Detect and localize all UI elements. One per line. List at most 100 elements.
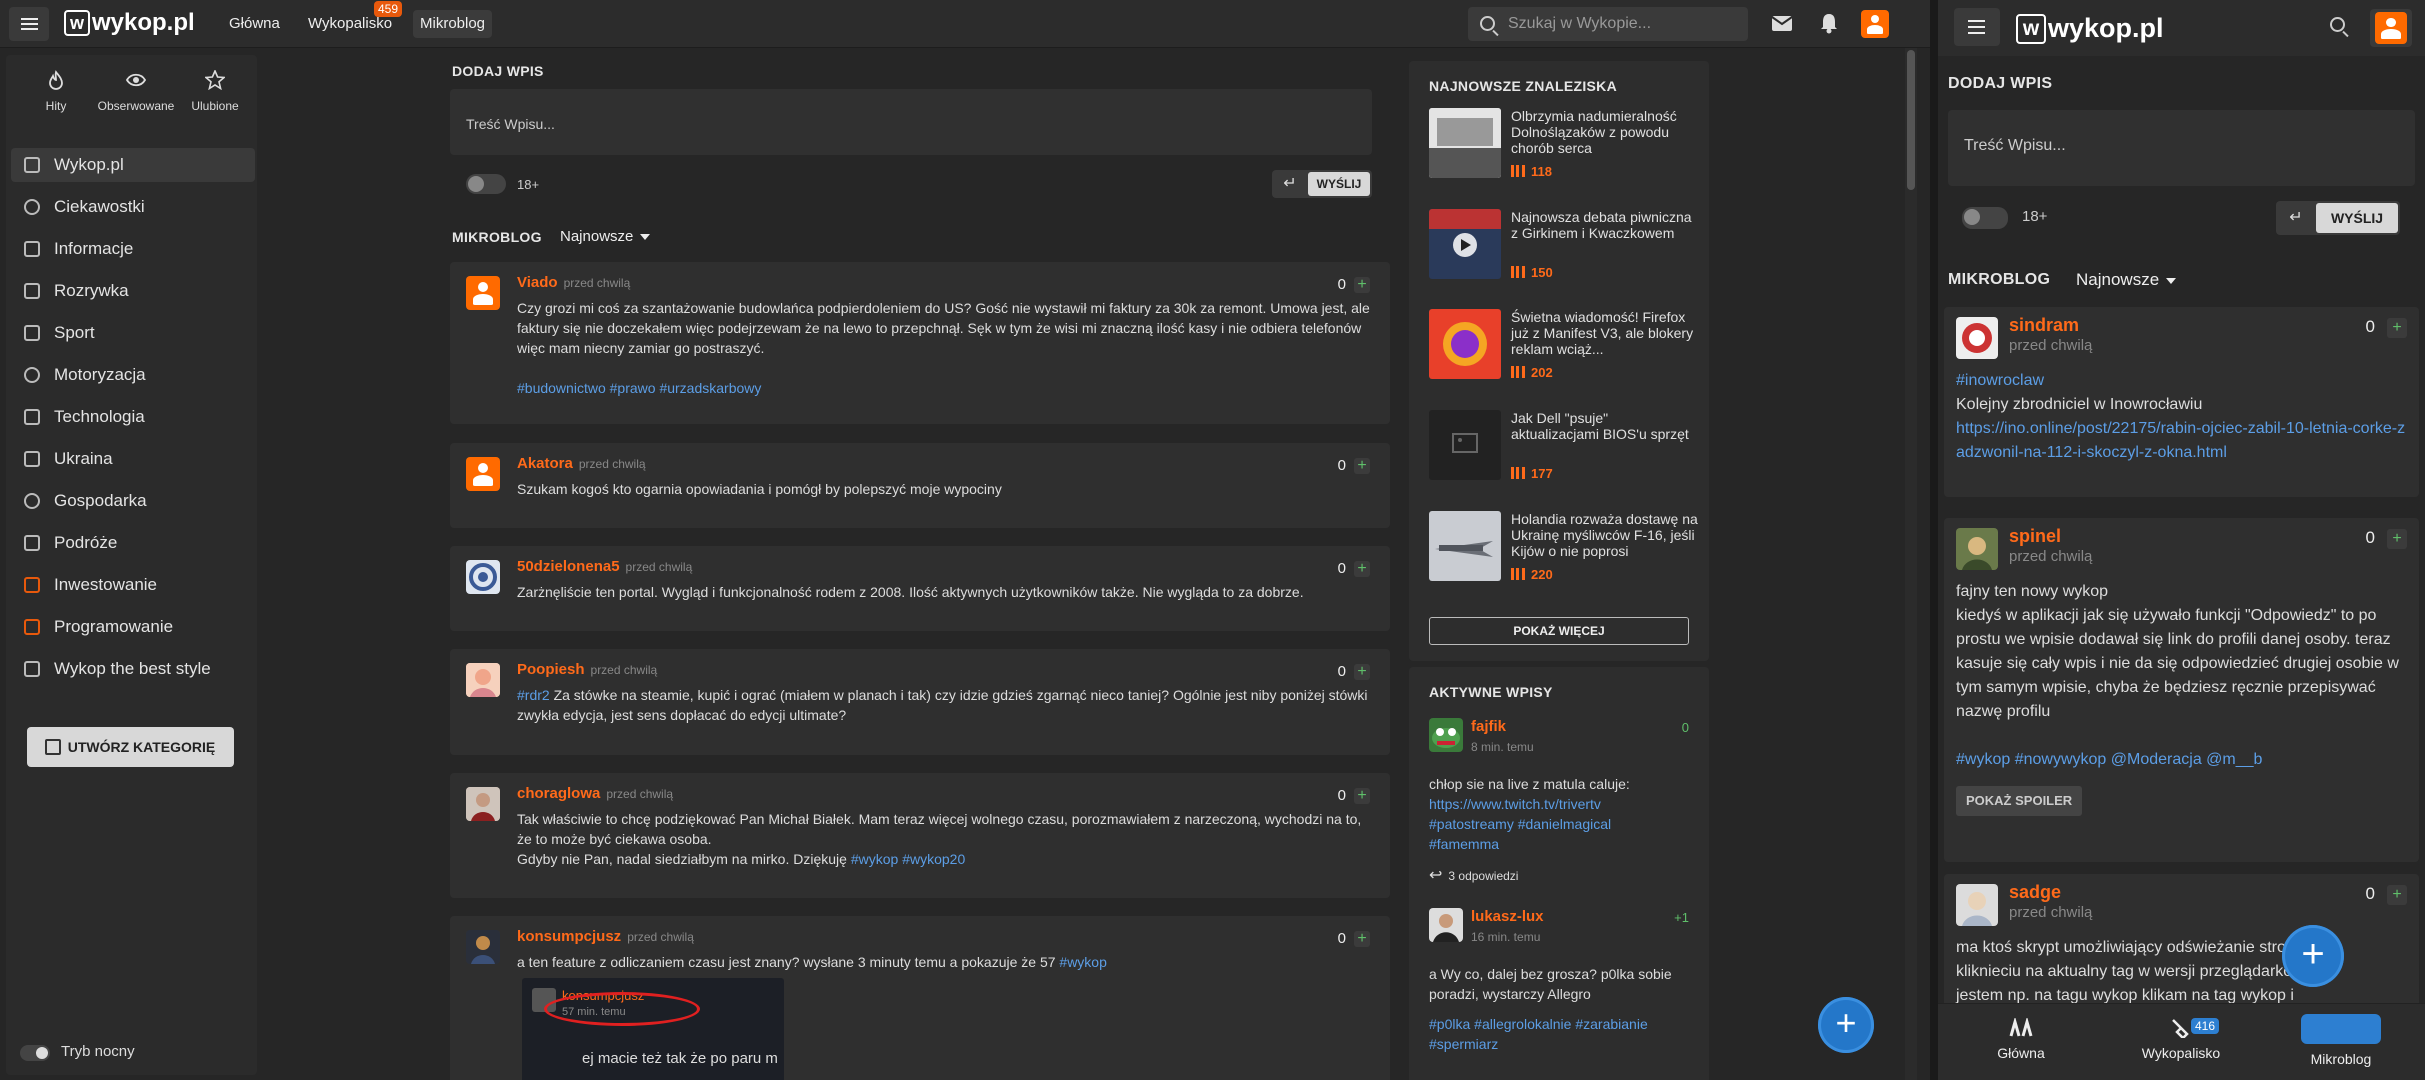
tag-link[interactable]: #allegrolokalnie: [1474, 1016, 1571, 1032]
avatar[interactable]: [1429, 908, 1463, 942]
enter-icon[interactable]: ↵: [2276, 201, 2316, 235]
mobile-compose-textarea[interactable]: Treść Wpisu...: [1948, 110, 2415, 186]
post-author[interactable]: sadge: [2009, 882, 2061, 903]
avatar[interactable]: [466, 276, 500, 310]
finding-item[interactable]: Świetna wiadomość! Firefox już z Manifes…: [1429, 309, 1699, 380]
sidebar-item-sport[interactable]: Sport: [11, 316, 255, 350]
avatar[interactable]: [1956, 528, 1998, 570]
plus-button[interactable]: +: [1354, 788, 1370, 805]
tag-link[interactable]: #prawo: [610, 380, 656, 396]
quick-ulubione[interactable]: Ulubione: [175, 70, 255, 113]
bell-icon[interactable]: [1820, 12, 1838, 34]
logo[interactable]: w wykop.pl: [64, 9, 195, 37]
finding-item[interactable]: Olbrzymia nadumieralność Dolnoślązaków z…: [1429, 108, 1699, 179]
mobile-add-post-fab[interactable]: +: [2282, 925, 2344, 987]
sidebar-item-technologia[interactable]: Technologia: [11, 400, 255, 434]
mobile-sort-dropdown[interactable]: Najnowsze: [2076, 270, 2176, 290]
mobile-menu-button[interactable]: [1954, 8, 2000, 46]
tag-link[interactable]: #patostreamy: [1429, 816, 1514, 832]
create-category-button[interactable]: UTWÓRZ KATEGORIĘ: [27, 727, 234, 767]
mention-link[interactable]: @m__b: [2206, 751, 2262, 768]
tag-link[interactable]: #p0lka: [1429, 1016, 1470, 1032]
mail-icon[interactable]: [1771, 15, 1793, 32]
sidebar-item-wykop[interactable]: Wykop.pl: [11, 148, 255, 182]
post-author[interactable]: sindram: [2009, 315, 2079, 336]
page-scrollbar[interactable]: [1905, 48, 1917, 1080]
send-button[interactable]: WYŚLIJ: [1308, 172, 1370, 196]
finding-item[interactable]: Najnowsza debata piwniczna z Girkinem i …: [1429, 209, 1699, 280]
replies-link[interactable]: ↩ 3 odpowiedzi: [1429, 866, 1689, 886]
post-author[interactable]: spinel: [2009, 526, 2061, 547]
avatar[interactable]: [466, 457, 500, 491]
avatar[interactable]: [466, 787, 500, 821]
active-post[interactable]: fajfik 8 min. temu 0 chłop sie na live z…: [1429, 718, 1689, 898]
post-author[interactable]: Viado przed chwilą: [517, 274, 630, 291]
show-spoiler-button[interactable]: POKAŻ SPOILER: [1956, 786, 2083, 816]
plus-button[interactable]: +: [1354, 458, 1370, 475]
plus-button[interactable]: +: [2387, 884, 2407, 905]
tag-link[interactable]: #urzadskarbowy: [659, 380, 761, 396]
plus-button[interactable]: +: [2387, 317, 2407, 338]
bottom-nav-glowna[interactable]: Główna: [1941, 1004, 2101, 1061]
plus-button[interactable]: +: [2387, 528, 2407, 549]
sidebar-item-informacje[interactable]: Informacje: [11, 232, 255, 266]
plus-button[interactable]: +: [1354, 277, 1370, 294]
sidebar-item-rozrywka[interactable]: Rozrywka: [11, 274, 255, 308]
show-more-button[interactable]: POKAŻ WIĘCEJ: [1429, 617, 1689, 645]
avatar[interactable]: [466, 663, 500, 697]
active-post[interactable]: lukasz-lux 16 min. temu +1 a Wy co, dale…: [1429, 908, 1689, 1080]
menu-button[interactable]: [9, 7, 49, 41]
tag-link[interactable]: #wykop: [1956, 751, 2010, 768]
tag-link[interactable]: #spermiarz: [1429, 1036, 1498, 1052]
plus-button[interactable]: +: [1354, 561, 1370, 578]
post-author[interactable]: Poopiesh przed chwilą: [517, 661, 657, 678]
sidebar-item-programowanie[interactable]: Programowanie: [11, 610, 255, 644]
nav-glowna[interactable]: Główna: [222, 0, 287, 48]
mention-link[interactable]: @Moderacja: [2111, 751, 2202, 768]
sidebar-item-ciekawostki[interactable]: Ciekawostki: [11, 190, 255, 224]
avatar[interactable]: [466, 560, 500, 594]
mobile-adult-toggle[interactable]: [1962, 207, 2008, 229]
bottom-nav-mikroblog[interactable]: Mikroblog: [2261, 1004, 2421, 1067]
post-author[interactable]: Akatora przed chwilą: [517, 455, 646, 472]
mobile-send-button[interactable]: WYŚLIJ: [2316, 203, 2398, 233]
night-mode-toggle[interactable]: Tryb nocny: [20, 1040, 135, 1064]
bottom-nav-wykopalisko[interactable]: Wykopalisko: [2101, 1004, 2261, 1061]
embedded-screenshot[interactable]: konsumpcjusz 57 min. temu ej macie też t…: [522, 978, 784, 1080]
finding-item[interactable]: Jak Dell "psuje" aktualizacjami BIOS'u s…: [1429, 410, 1699, 481]
tag-link[interactable]: #famemma: [1429, 836, 1499, 852]
sort-dropdown[interactable]: Najnowsze: [560, 228, 650, 245]
plus-button[interactable]: +: [1354, 664, 1370, 681]
avatar[interactable]: [1956, 884, 1998, 926]
sidebar-item-podroze[interactable]: Podróże: [11, 526, 255, 560]
nav-mikroblog[interactable]: Mikroblog: [413, 10, 493, 38]
tag-link[interactable]: #wykop20: [902, 851, 965, 867]
finding-item[interactable]: Holandia rozważa dostawę na Ukrainę myśl…: [1429, 511, 1699, 582]
post-link[interactable]: https://ino.online/post/22175/rabin-ojci…: [1956, 417, 2407, 465]
active-link[interactable]: https://www.twitch.tv/trivertv: [1429, 794, 1689, 814]
tag-link[interactable]: #zarabianie: [1575, 1016, 1647, 1032]
sidebar-item-ukraina[interactable]: Ukraina: [11, 442, 255, 476]
quick-obserwowane[interactable]: Obserwowane: [96, 70, 176, 113]
sidebar-item-best-style[interactable]: Wykop the best style: [11, 652, 255, 686]
sidebar-item-motoryzacja[interactable]: Motoryzacja: [11, 358, 255, 392]
avatar[interactable]: [1956, 317, 1998, 359]
add-post-fab[interactable]: +: [1818, 997, 1874, 1053]
tag-link[interactable]: #danielmagical: [1518, 816, 1611, 832]
tag-link[interactable]: #wykop: [1059, 954, 1106, 970]
enter-icon[interactable]: ↵: [1272, 170, 1308, 198]
sidebar-item-inwestowanie[interactable]: Inwestowanie: [11, 568, 255, 602]
tag-link[interactable]: #rdr2: [517, 687, 550, 703]
plus-button[interactable]: +: [1354, 931, 1370, 948]
mobile-search-button[interactable]: [2328, 15, 2352, 39]
tag-link[interactable]: #wykop: [851, 851, 898, 867]
tag-link[interactable]: #nowywykop: [2015, 751, 2107, 768]
post-author[interactable]: konsumpcjusz przed chwilą: [517, 928, 694, 945]
post-author[interactable]: choraglowa przed chwilą: [517, 785, 673, 802]
tag-link[interactable]: #inowroclaw: [1956, 369, 2407, 393]
avatar[interactable]: [1429, 718, 1463, 752]
mobile-avatar-wrap[interactable]: [2370, 9, 2412, 47]
sidebar-item-gospodarka[interactable]: Gospodarka: [11, 484, 255, 518]
compose-textarea[interactable]: Treść Wpisu...: [450, 89, 1372, 155]
search-input[interactable]: Szukaj w Wykopie...: [1468, 7, 1748, 41]
